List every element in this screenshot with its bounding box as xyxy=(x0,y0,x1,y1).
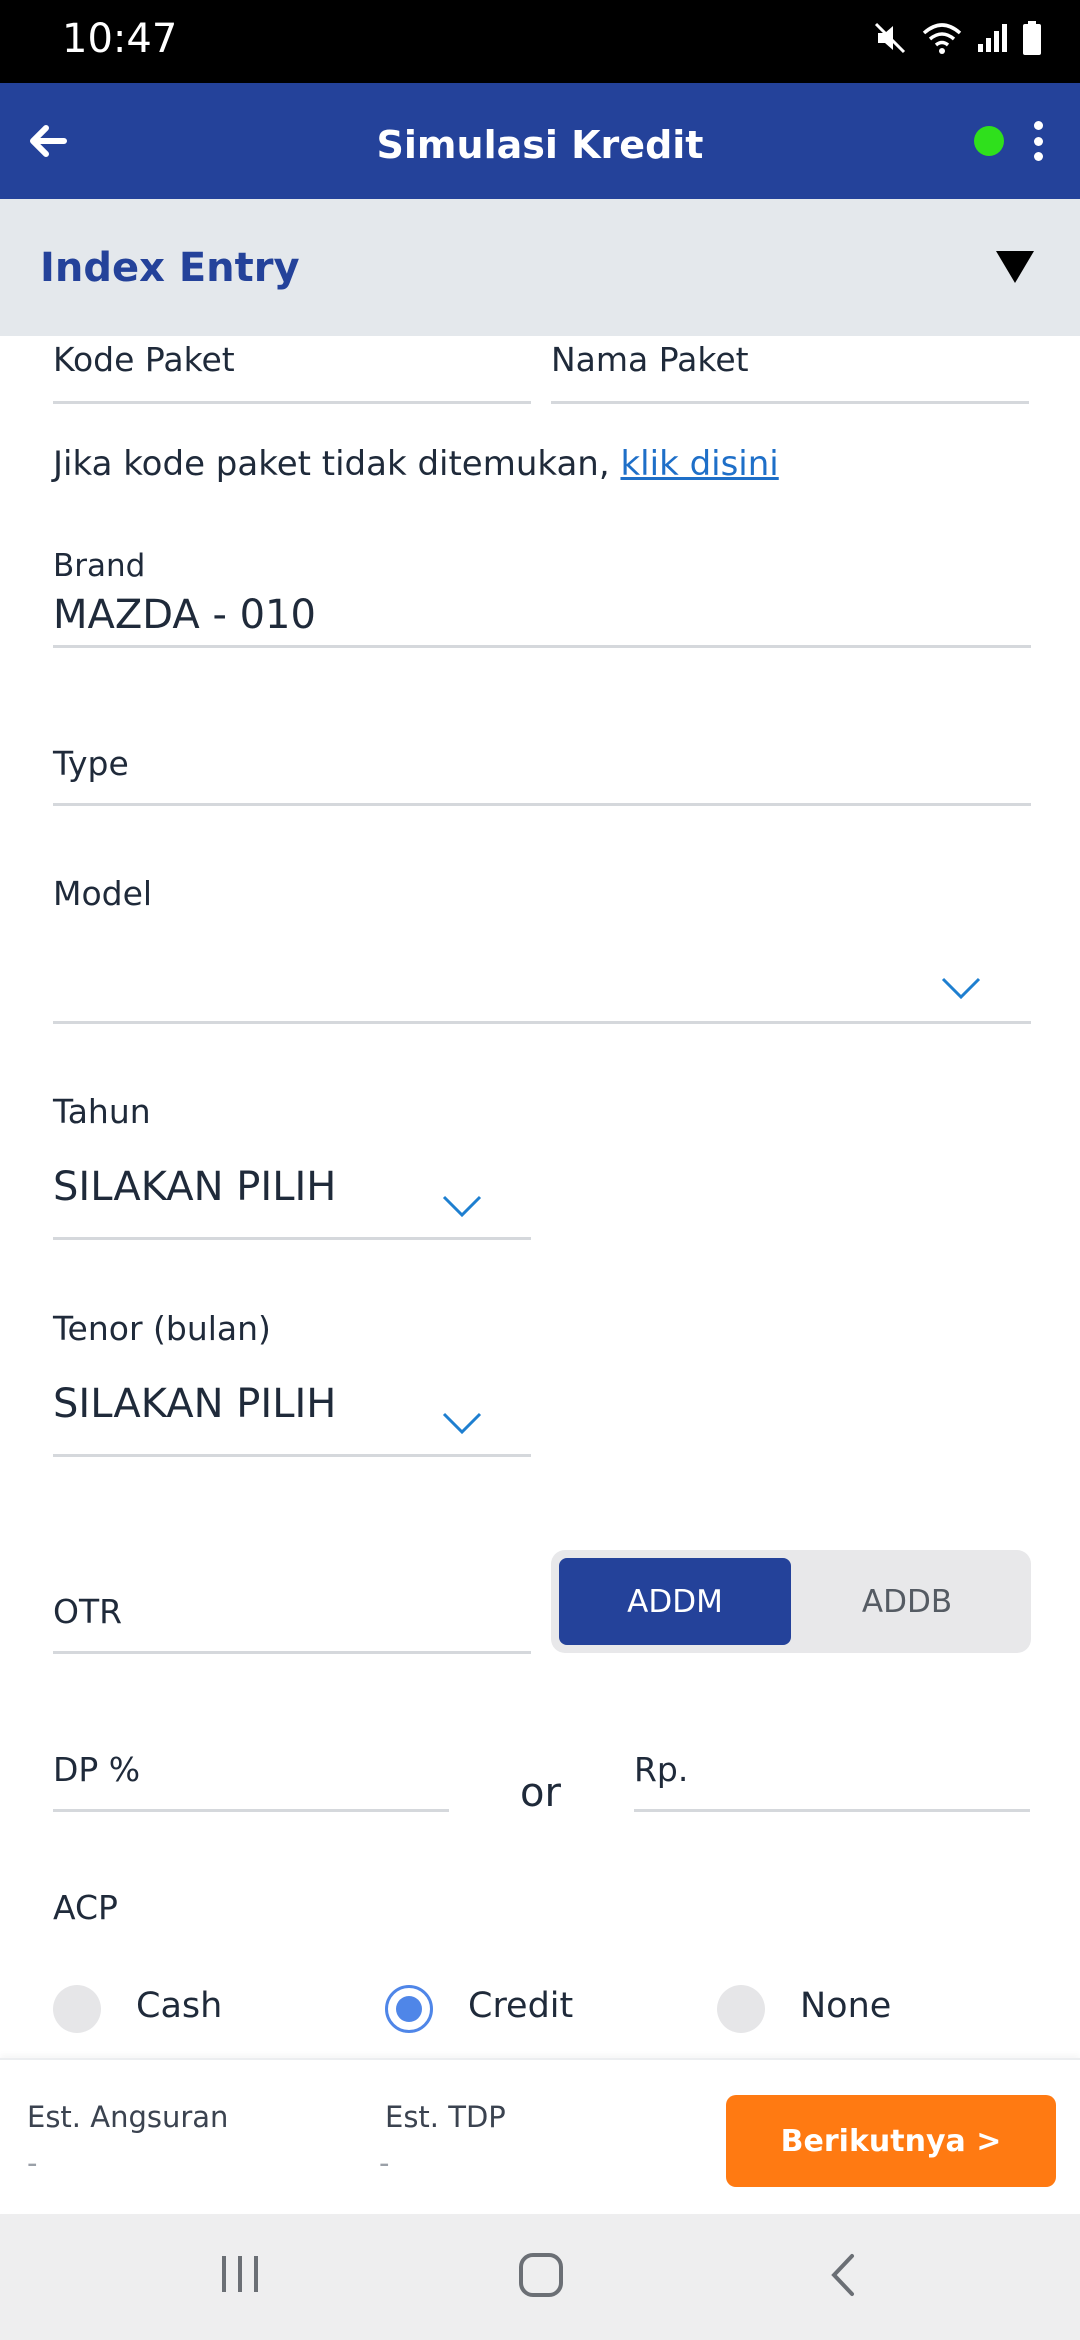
estimate-summary-bar: Est. Angsuran - Est. TDP - Berikutnya > xyxy=(0,2058,1080,2214)
brand-label: Brand xyxy=(53,548,146,584)
status-icons xyxy=(872,20,1042,56)
hint-text: Jika kode paket tidak ditemukan, xyxy=(53,444,621,484)
kode-paket-label: Kode Paket xyxy=(53,340,235,379)
acp-label: ACP xyxy=(53,1888,118,1927)
status-time: 10:47 xyxy=(62,16,178,62)
acp-credit-radio[interactable] xyxy=(385,1985,433,2033)
click-here-link[interactable]: klik disini xyxy=(620,444,778,484)
dp-amount-field[interactable]: Rp. xyxy=(634,1748,1030,1812)
signal-icon xyxy=(978,24,1007,52)
home-icon[interactable] xyxy=(518,2252,564,2298)
mute-icon xyxy=(874,22,906,54)
acp-none-radio[interactable] xyxy=(717,1985,765,2033)
index-entry-header[interactable]: Index Entry xyxy=(0,199,1080,336)
model-label: Model xyxy=(53,874,153,913)
tenor-value: SILAKAN PILIH xyxy=(53,1381,337,1427)
more-options-icon[interactable] xyxy=(1030,121,1046,161)
tenor-select[interactable]: Tenor (bulan) SILAKAN PILIH xyxy=(53,1305,531,1457)
collapse-triangle-icon[interactable] xyxy=(996,251,1034,283)
acp-none-label[interactable]: None xyxy=(800,1986,891,2026)
online-status-indicator xyxy=(974,126,1004,156)
page-title: Simulasi Kredit xyxy=(376,123,704,167)
tenor-label: Tenor (bulan) xyxy=(53,1309,271,1348)
est-angsuran-value: - xyxy=(27,2146,38,2180)
est-tdp-value: - xyxy=(379,2146,390,2180)
kode-paket-field[interactable]: Kode Paket xyxy=(53,336,531,404)
otr-field[interactable]: OTR xyxy=(53,1588,531,1654)
type-label: Type xyxy=(53,744,129,783)
back-nav-icon[interactable] xyxy=(824,2252,864,2298)
model-select[interactable]: Model xyxy=(53,870,1031,1024)
dp-percent-field[interactable]: DP % xyxy=(53,1748,449,1812)
addb-option[interactable]: ADDB xyxy=(791,1558,1023,1645)
est-angsuran-label: Est. Angsuran xyxy=(27,2100,229,2134)
tahun-select[interactable]: Tahun SILAKAN PILIH xyxy=(53,1088,531,1240)
acp-cash-label[interactable]: Cash xyxy=(136,1986,222,2026)
or-separator: or xyxy=(520,1770,561,1816)
app-bar: Simulasi Kredit xyxy=(0,83,1080,199)
wifi-icon xyxy=(922,23,962,54)
chevron-down-icon xyxy=(442,1195,482,1218)
battery-icon xyxy=(1023,21,1041,55)
est-tdp-label: Est. TDP xyxy=(385,2100,506,2134)
dp-amount-label: Rp. xyxy=(634,1750,689,1789)
brand-field[interactable]: Brand MAZDA - 010 xyxy=(53,548,1031,648)
nama-paket-label: Nama Paket xyxy=(551,340,749,379)
acp-credit-label[interactable]: Credit xyxy=(468,1986,573,2026)
nama-paket-field[interactable]: Nama Paket xyxy=(551,336,1029,404)
package-not-found-hint: Jika kode paket tidak ditemukan, klik di… xyxy=(53,444,779,484)
dp-percent-label: DP % xyxy=(53,1750,141,1789)
otr-label: OTR xyxy=(53,1592,123,1631)
tahun-label: Tahun xyxy=(53,1092,151,1131)
chevron-down-icon xyxy=(941,977,981,1000)
payment-type-toggle: ADDM ADDB xyxy=(551,1550,1031,1653)
acp-cash-radio[interactable] xyxy=(53,1985,101,2033)
brand-value: MAZDA - 010 xyxy=(53,592,316,638)
chevron-down-icon xyxy=(442,1412,482,1435)
recent-apps-icon[interactable] xyxy=(218,2252,262,2296)
type-field[interactable]: Type xyxy=(53,740,1031,806)
status-bar: 10:47 xyxy=(0,0,1080,83)
system-nav-bar xyxy=(0,2214,1080,2340)
next-button[interactable]: Berikutnya > xyxy=(726,2095,1056,2187)
addm-option[interactable]: ADDM xyxy=(559,1558,791,1645)
tahun-value: SILAKAN PILIH xyxy=(53,1164,337,1210)
section-title: Index Entry xyxy=(40,245,300,291)
